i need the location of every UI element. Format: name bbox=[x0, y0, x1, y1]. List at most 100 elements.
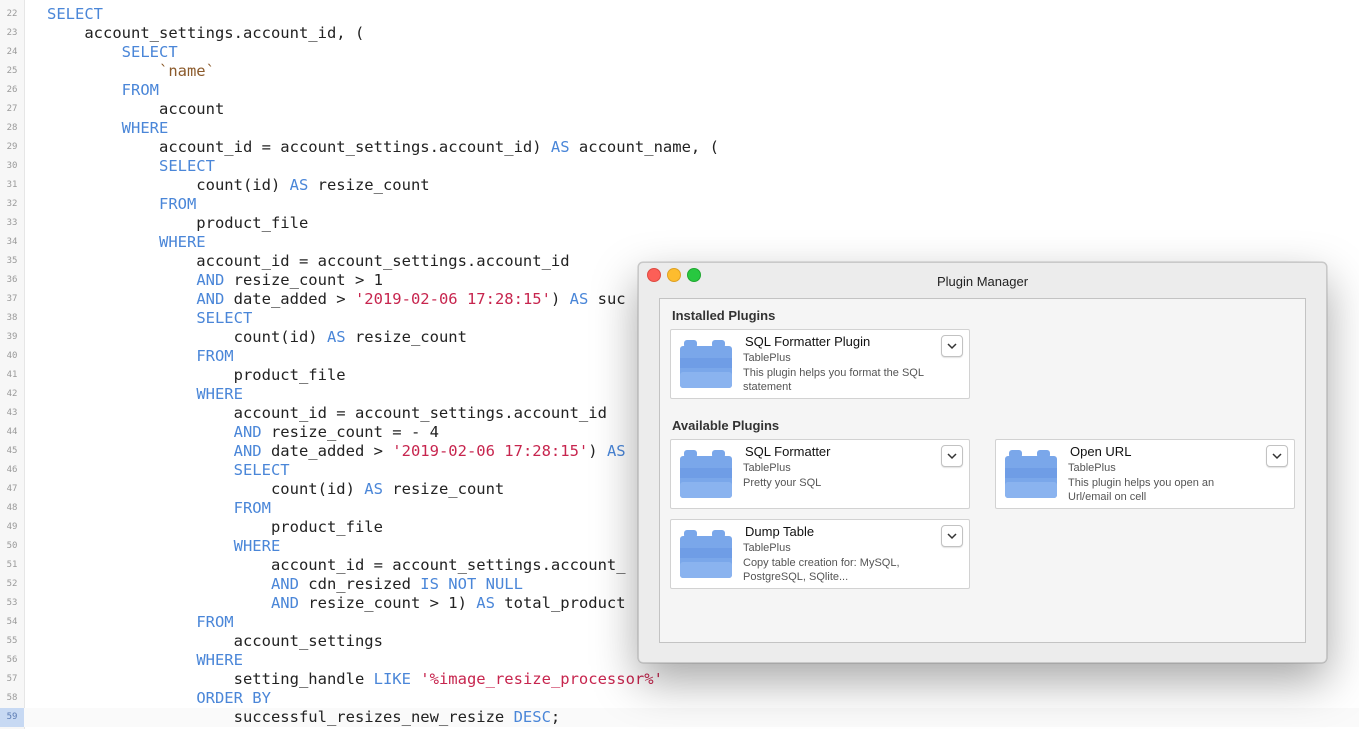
sql-keyword: AND bbox=[233, 423, 262, 441]
code-line[interactable]: 59 successful_resizes_new_resize DESC; bbox=[0, 708, 1359, 727]
code-text: count(id) AS resize_count bbox=[47, 480, 504, 499]
plugin-card-dump-table[interactable]: Dump Table TablePlus Copy table creation… bbox=[670, 519, 970, 589]
code-text: product_file bbox=[47, 518, 383, 537]
sql-text: total_product bbox=[494, 594, 626, 612]
plugin-menu-button[interactable] bbox=[941, 335, 963, 357]
line-number: 58 bbox=[6, 693, 18, 703]
code-text: AND resize_count = - 4 bbox=[47, 423, 439, 442]
code-text: WHERE bbox=[47, 651, 243, 670]
code-line[interactable]: 24 SELECT bbox=[0, 43, 1359, 62]
sql-text: count(id) bbox=[47, 176, 290, 194]
plugin-card-sql-formatter[interactable]: SQL Formatter TablePlus Pretty your SQL bbox=[670, 439, 970, 509]
line-number: 45 bbox=[6, 446, 18, 456]
code-text: SELECT bbox=[47, 309, 252, 328]
code-text: setting_handle LIKE '%image_resize_proce… bbox=[47, 670, 663, 689]
code-text: account_id = account_settings.account_id… bbox=[47, 138, 719, 157]
sql-keyword: AND bbox=[270, 575, 299, 593]
plugin-card-open-url[interactable]: Open URL TablePlus This plugin helps you… bbox=[995, 439, 1295, 509]
code-text: WHERE bbox=[47, 385, 243, 404]
sql-keyword: AS bbox=[569, 290, 589, 308]
sql-keyword: FROM bbox=[196, 347, 234, 365]
code-line[interactable]: 33 product_file bbox=[0, 214, 1359, 233]
code-text: WHERE bbox=[47, 119, 169, 138]
sql-keyword: WHERE bbox=[233, 537, 281, 555]
sql-keyword: FROM bbox=[233, 499, 271, 517]
sql-text: account bbox=[47, 100, 225, 118]
line-number: 44 bbox=[6, 427, 18, 437]
sql-keyword: AND bbox=[233, 442, 262, 460]
sql-text: account_name, ( bbox=[569, 138, 719, 156]
plugin-name: Open URL bbox=[1070, 444, 1132, 459]
code-line[interactable]: 25 `name` bbox=[0, 62, 1359, 81]
line-number: 27 bbox=[6, 104, 18, 114]
code-line[interactable]: 58 ORDER BY bbox=[0, 689, 1359, 708]
line-number: 55 bbox=[6, 636, 18, 646]
code-line[interactable]: 57 setting_handle LIKE '%image_resize_pr… bbox=[0, 670, 1359, 689]
code-line[interactable]: 34 WHERE bbox=[0, 233, 1359, 252]
sql-text: product_file bbox=[47, 214, 309, 232]
code-line[interactable]: 30 SELECT bbox=[0, 157, 1359, 176]
sql-keyword: LIKE bbox=[373, 670, 411, 688]
code-line[interactable]: 29 account_id = account_settings.account… bbox=[0, 138, 1359, 157]
line-number: 49 bbox=[6, 522, 18, 532]
line-number: 47 bbox=[6, 484, 18, 494]
sql-keyword: DESC bbox=[513, 708, 551, 726]
line-number: 46 bbox=[6, 465, 18, 475]
plugin-menu-button[interactable] bbox=[1266, 445, 1288, 467]
window-title: Plugin Manager bbox=[936, 274, 1029, 289]
code-text: FROM bbox=[47, 499, 271, 518]
sql-text: cdn_resized bbox=[298, 575, 421, 593]
line-number: 33 bbox=[6, 218, 18, 228]
sql-text: account_id = account_settings.account_id bbox=[47, 252, 570, 270]
sql-keyword: FROM bbox=[121, 81, 159, 99]
plugin-menu-button[interactable] bbox=[941, 525, 963, 547]
code-line[interactable]: 27 account bbox=[0, 100, 1359, 119]
plugin-description: Copy table creation for: MySQL, PostgreS… bbox=[743, 557, 900, 583]
line-number: 29 bbox=[6, 142, 18, 152]
code-line[interactable]: 31 count(id) AS resize_count bbox=[0, 176, 1359, 195]
line-number: 35 bbox=[6, 256, 18, 266]
code-line[interactable]: 26 FROM bbox=[0, 81, 1359, 100]
code-text: count(id) AS resize_count bbox=[47, 176, 430, 195]
line-number: 32 bbox=[6, 199, 18, 209]
code-text: FROM bbox=[47, 195, 196, 214]
code-line[interactable]: 22 SELECT bbox=[0, 5, 1359, 24]
line-number: 39 bbox=[6, 332, 18, 342]
sql-text: account_settings.account_id, ( bbox=[47, 24, 365, 42]
plugin-card-sql-formatter-plugin[interactable]: SQL Formatter Plugin TablePlus This plug… bbox=[670, 329, 970, 399]
line-number: 57 bbox=[6, 674, 18, 684]
sql-text: resize_count bbox=[382, 480, 505, 498]
sql-text: resize_count > 1 bbox=[224, 271, 383, 289]
code-line[interactable]: 32 FROM bbox=[0, 195, 1359, 214]
sql-keyword: WHERE bbox=[121, 119, 169, 137]
sql-string: '%image_resize_processor%' bbox=[420, 670, 663, 688]
line-number: 56 bbox=[6, 655, 18, 665]
plugin-menu-button[interactable] bbox=[941, 445, 963, 467]
code-text: SELECT bbox=[47, 5, 103, 24]
sql-text: count(id) bbox=[47, 480, 365, 498]
code-text: account bbox=[47, 100, 224, 119]
code-line[interactable]: 28 WHERE bbox=[0, 119, 1359, 138]
sql-keyword: WHERE bbox=[196, 385, 243, 403]
plugin-name: SQL Formatter Plugin bbox=[745, 334, 871, 349]
plugin-author: TablePlus bbox=[743, 462, 791, 474]
code-text: AND date_added > '2019-02-06 17:28:15') … bbox=[47, 290, 626, 309]
line-number: 26 bbox=[6, 85, 18, 95]
sql-text: resize_count bbox=[345, 328, 467, 346]
sql-keyword: AND bbox=[270, 594, 299, 612]
sql-text: suc bbox=[588, 290, 626, 308]
available-plugins-heading: Available Plugins bbox=[672, 418, 780, 433]
sql-text: resize_count bbox=[308, 176, 430, 194]
code-line[interactable]: 23 account_settings.account_id, ( bbox=[0, 24, 1359, 43]
sql-keyword: AS bbox=[550, 138, 570, 156]
